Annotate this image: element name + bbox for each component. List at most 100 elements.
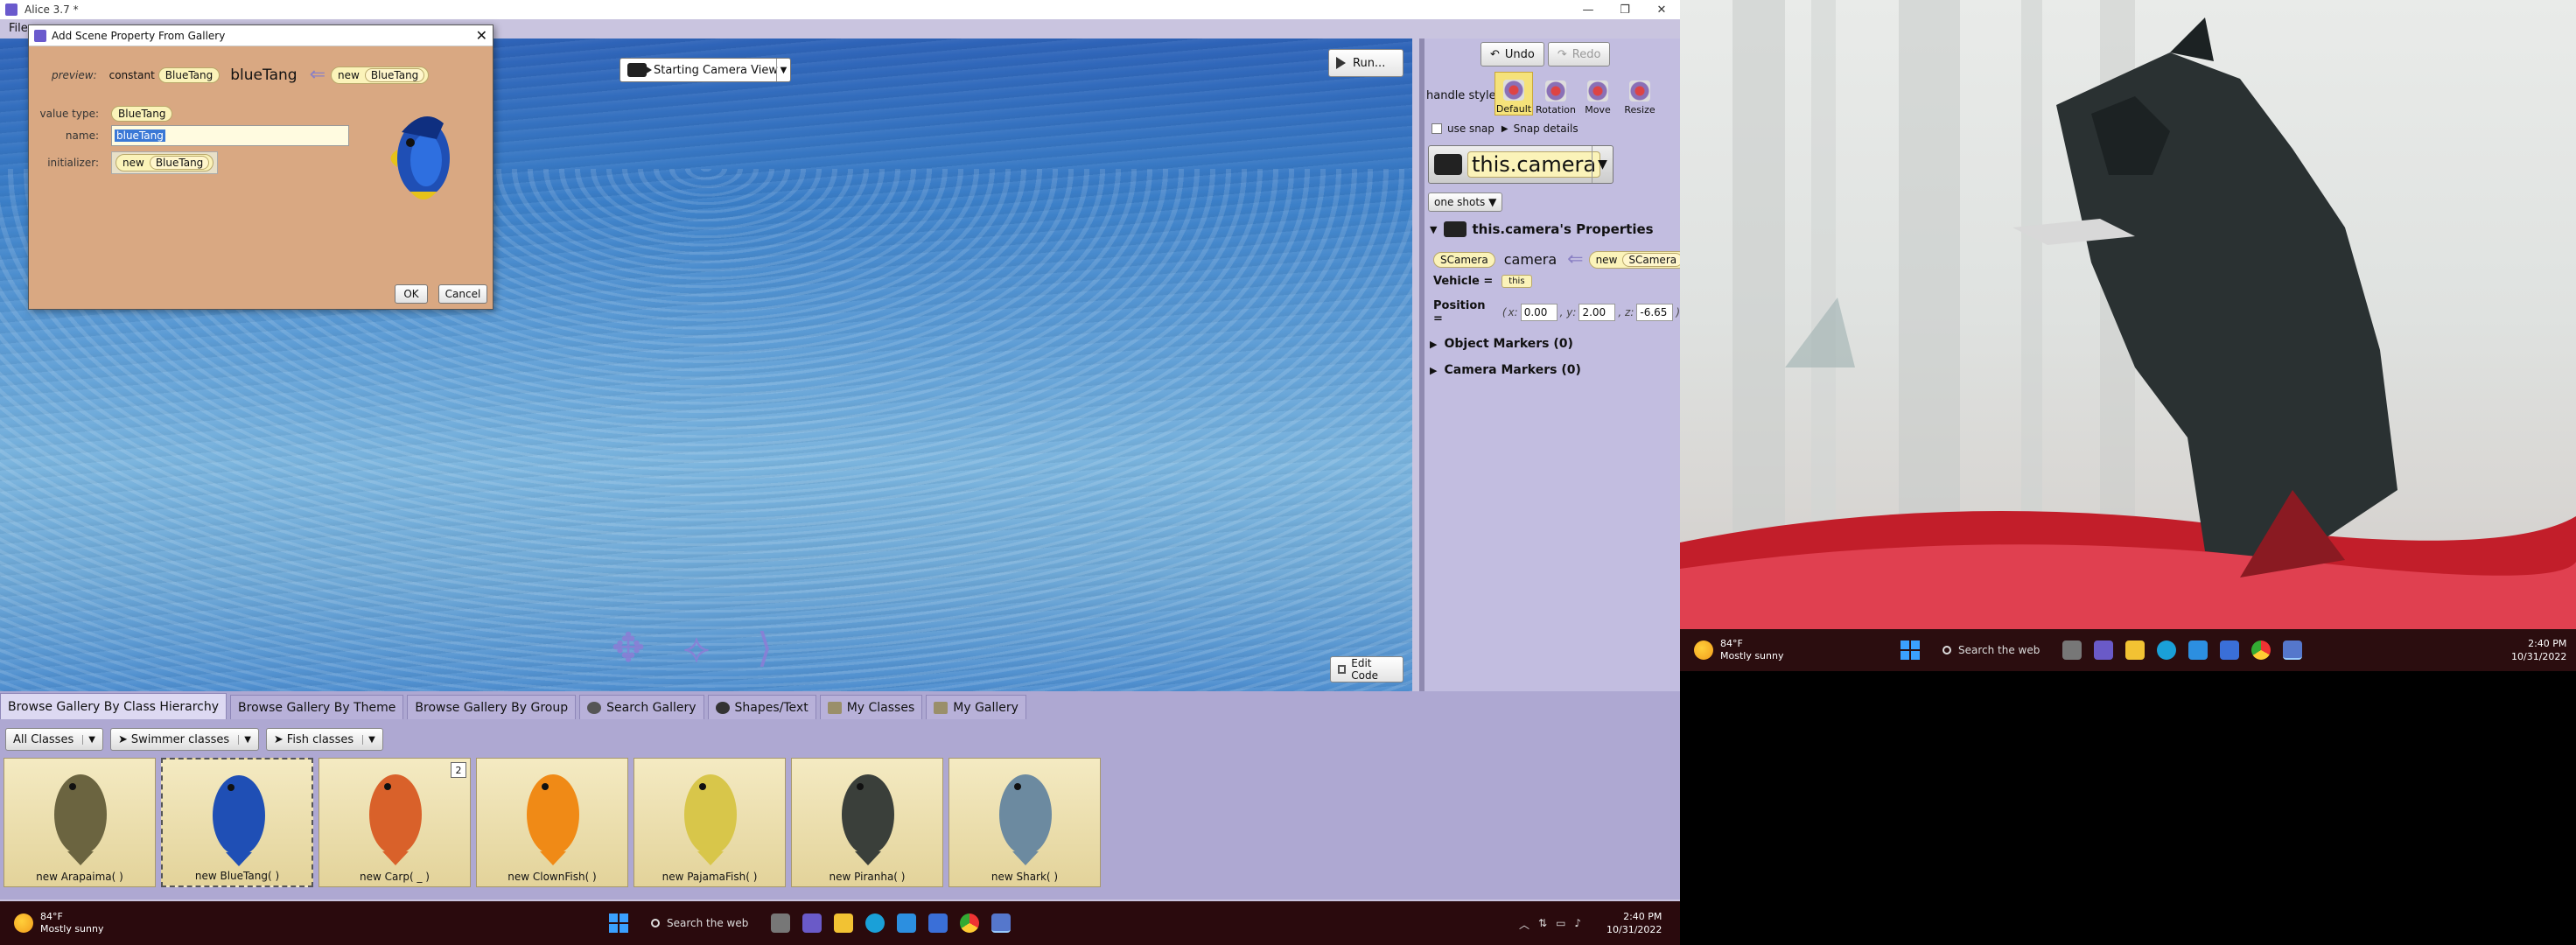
camera-view-select[interactable]: Starting Camera View ▼ [620, 58, 791, 82]
camera-turn-icon[interactable]: ⟡ [670, 625, 723, 670]
preview-type-pill: BlueTang [158, 66, 220, 83]
object-markers-section[interactable]: ▶ Object Markers (0) [1424, 334, 1680, 354]
mail-icon[interactable] [2188, 640, 2208, 660]
maximize-button[interactable]: ❐ [1606, 0, 1643, 19]
gallery-item[interactable]: 2 new Carp( _ ) [318, 758, 471, 887]
play-icon [1336, 57, 1346, 69]
properties-panel: ↶ Undo ↷ Redo handle style: Default Rotati… [1419, 38, 1688, 691]
fish-thumbnail-image [999, 774, 1052, 865]
task-view-icon[interactable] [771, 914, 791, 933]
alice-app-icon [5, 4, 18, 16]
display-icon[interactable]: ▭ [1556, 917, 1565, 932]
shapes-icon [715, 701, 730, 714]
desktop-wallpaper [1680, 0, 2576, 629]
chrome-icon[interactable] [2251, 640, 2272, 660]
snap-details-label[interactable]: Snap details [1514, 122, 1578, 135]
gallery-item[interactable]: new Arapaima( ) [4, 758, 156, 887]
position-x-field[interactable]: 0.00 [1520, 304, 1558, 321]
dialog-close-icon[interactable]: ✕ [476, 27, 487, 44]
one-shots-button[interactable]: one shots ▼ [1428, 192, 1503, 212]
task-view-icon[interactable] [2062, 640, 2082, 660]
start-button-right[interactable] [1900, 640, 1920, 660]
selected-object-name: this.camera [1467, 151, 1601, 178]
name-input[interactable]: blueTang [111, 125, 349, 146]
use-snap-checkbox[interactable] [1432, 123, 1442, 134]
camera-tilt-icon[interactable]: ⟩ [738, 625, 791, 670]
chevron-up-icon[interactable]: ︿ [1519, 917, 1530, 932]
gallery-item-label: new Arapaima( ) [36, 871, 123, 883]
chrome-icon[interactable] [960, 914, 980, 933]
position-z-field[interactable]: -6.65 [1636, 304, 1674, 321]
crumb-all-classes[interactable]: All Classes ▼ [5, 728, 103, 751]
teams-chat-icon[interactable] [2094, 640, 2114, 660]
clock[interactable]: 2:40 PM 10/31/2022 [1606, 910, 1662, 936]
gallery-item[interactable]: new ClownFish( ) [476, 758, 628, 887]
chevron-down-icon[interactable]: ▼ [82, 734, 95, 745]
file-explorer-icon[interactable] [834, 914, 854, 933]
alice-taskbar-icon[interactable] [2283, 640, 2303, 660]
edge-icon[interactable] [2157, 640, 2177, 660]
chevron-down-icon[interactable]: ▼ [238, 734, 251, 745]
store-icon[interactable] [928, 914, 948, 933]
variant-count-badge[interactable]: 2 [451, 762, 466, 778]
redo-button[interactable]: ↷ Redo [1547, 42, 1611, 66]
alice-taskbar-icon[interactable] [991, 914, 1012, 933]
handle-move[interactable]: Move [1578, 72, 1617, 116]
edit-code-button[interactable]: Edit Code [1330, 656, 1404, 682]
handle-rotation[interactable]: Rotation [1536, 72, 1576, 116]
selected-object-select[interactable]: this.camera ▼ [1428, 145, 1614, 184]
taskbar-search[interactable]: Search the web [640, 909, 759, 937]
chevron-down-icon[interactable]: ▼ [362, 734, 375, 745]
vehicle-label: Vehicle = [1433, 275, 1494, 288]
fish-thumbnail-image [369, 774, 422, 865]
teams-chat-icon[interactable] [802, 914, 822, 933]
ok-button[interactable]: OK [395, 284, 428, 304]
network-icon[interactable]: ⇅ [1538, 917, 1547, 932]
weather-widget[interactable]: 84°F Mostly sunny [14, 911, 103, 935]
expand-triangle-icon: ▶ [1430, 364, 1438, 376]
handle-default[interactable]: Default [1494, 72, 1533, 116]
edge-icon[interactable] [865, 914, 886, 933]
undo-button[interactable]: ↶ Undo [1480, 42, 1544, 66]
x-label: x: [1508, 306, 1518, 318]
store-icon[interactable] [2220, 640, 2240, 660]
camera-move-icon[interactable]: ✥ [602, 625, 654, 670]
gallery-item[interactable]: new PajamaFish( ) [634, 758, 786, 887]
volume-icon[interactable]: ♪ [1574, 917, 1581, 932]
position-y-field[interactable]: 2.00 [1578, 304, 1616, 321]
minimize-button[interactable]: — [1570, 0, 1606, 19]
expand-triangle-icon[interactable]: ▶ [1502, 124, 1508, 134]
gallery-item[interactable]: new BlueTang( ) [161, 758, 313, 887]
initializer-value[interactable]: new BlueTang [111, 151, 219, 174]
menu-file[interactable]: File [9, 22, 28, 35]
vehicle-value[interactable]: this [1502, 275, 1532, 288]
tab-shapes-text[interactable]: Shapes/Text [707, 695, 816, 719]
properties-section-header[interactable]: ▼ this.camera's Properties [1424, 219, 1680, 240]
crumb-swimmer-classes[interactable]: ➤ Swimmer classes ▼ [109, 728, 259, 751]
tab-group[interactable]: Browse Gallery By Group [407, 695, 577, 719]
gallery-item[interactable]: new Piranha( ) [791, 758, 943, 887]
mail-icon[interactable] [897, 914, 917, 933]
camera-markers-section[interactable]: ▶ Camera Markers (0) [1424, 360, 1680, 380]
cancel-button[interactable]: Cancel [438, 284, 487, 304]
gallery-item[interactable]: new Shark( ) [948, 758, 1101, 887]
tab-theme[interactable]: Browse Gallery By Theme [230, 695, 404, 719]
run-button[interactable]: Run... [1328, 49, 1404, 77]
clock-right[interactable]: 2:40 PM 10/31/2022 [2511, 637, 2566, 663]
taskbar-search-right[interactable]: Search the web [1932, 636, 2050, 664]
assign-arrow-icon: ⇐ [1567, 248, 1584, 270]
tab-my-gallery[interactable]: My Gallery [926, 695, 1026, 719]
crumb-fish-classes[interactable]: ➤ Fish classes ▼ [265, 728, 383, 751]
tab-search[interactable]: Search Gallery [579, 695, 704, 719]
use-snap-label: use snap [1447, 122, 1494, 135]
add-scene-property-dialog: Add Scene Property From Gallery ✕ previe… [28, 24, 494, 310]
close-button[interactable]: ✕ [1643, 0, 1680, 19]
handle-style-label: handle style: [1426, 89, 1500, 102]
sun-icon [1694, 640, 1713, 660]
file-explorer-icon[interactable] [2125, 640, 2146, 660]
tab-class-hierarchy[interactable]: Browse Gallery By Class Hierarchy [0, 693, 228, 719]
handle-resize[interactable]: Resize [1620, 72, 1659, 116]
weather-widget-right[interactable]: 84°F Mostly sunny [1694, 638, 1783, 662]
start-button[interactable] [609, 914, 628, 933]
tab-my-classes[interactable]: My Classes [819, 695, 923, 719]
